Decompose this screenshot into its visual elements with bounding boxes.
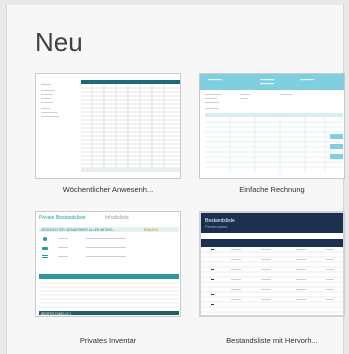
new-document-panel: Neu Wöchentlicher Anwesenh... Einfache R… — [6, 5, 345, 354]
private-inventory-preview — [39, 237, 179, 315]
simple-invoice-preview — [200, 74, 344, 172]
template-tile-simple-invoice[interactable] — [199, 73, 345, 179]
inventory-preview-footer: BEISPIELTABELLE 1 — [41, 311, 72, 316]
template-tile-private-inventory[interactable]: Private Bestandsliste Inhaltsliste GESCH… — [35, 211, 181, 317]
template-tile-highlighted-stock-list[interactable]: Bestandsliste Firmenname — [199, 211, 345, 317]
template-caption-private-inventory[interactable]: Privates Inventar — [28, 336, 188, 345]
template-caption-highlighted-stock-list[interactable]: Bestandsliste mit Hervorh... — [192, 336, 349, 345]
weekly-attendance-preview — [41, 80, 180, 172]
template-tile-weekly-attendance[interactable] — [35, 73, 181, 179]
template-caption-weekly-attendance[interactable]: Wöchentlicher Anwesenh... — [28, 185, 188, 194]
page-title: Neu — [35, 27, 83, 57]
template-caption-simple-invoice[interactable]: Einfache Rechnung — [192, 185, 349, 194]
stock-list-preview — [201, 239, 343, 313]
